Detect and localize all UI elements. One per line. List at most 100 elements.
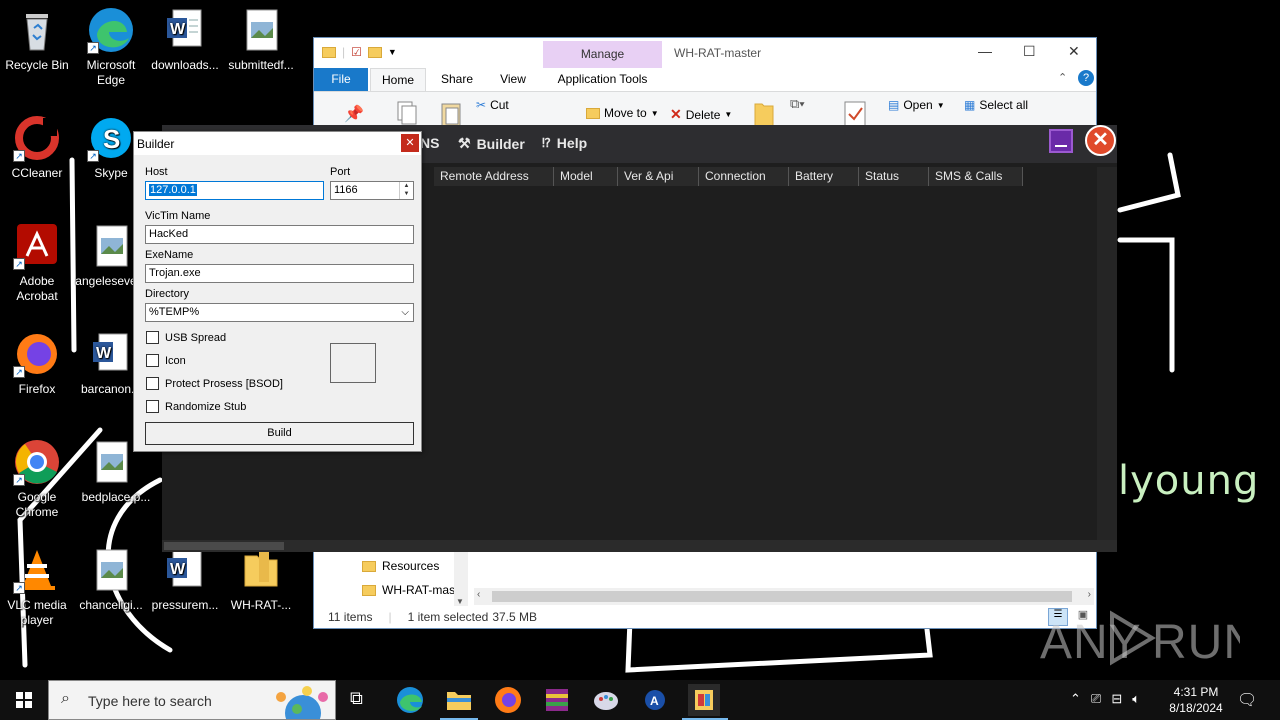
image-file-icon	[87, 222, 135, 270]
builder-dialog[interactable]: Builder ✕ Host 127.0.0.1 Port 1166 ▲ ▼ Vi…	[133, 131, 422, 452]
close-button[interactable]: ✕	[401, 134, 419, 152]
desktop-icon-label: Firefox	[18, 382, 56, 396]
dialog-title: Builder	[137, 137, 175, 151]
taskbar-wh-rat[interactable]	[688, 684, 720, 716]
select-all-button[interactable]: ▦ Select all	[964, 98, 1028, 112]
cut-button[interactable]: ✂ Cut	[476, 98, 509, 112]
randomize-stub-checkbox[interactable]: Randomize Stub	[146, 400, 246, 413]
help-icon[interactable]: ?	[1078, 70, 1094, 86]
tab-manage[interactable]: Manage	[543, 41, 662, 68]
tree-scrollbar[interactable]: ▼	[454, 550, 468, 606]
taskbar-file-explorer[interactable]	[443, 684, 475, 716]
stepper-arrows-icon[interactable]: ▲ ▼	[399, 182, 413, 199]
windows-logo-icon	[16, 692, 32, 708]
start-button[interactable]	[0, 680, 48, 720]
explorer-content-lower: Resources WH-RAT-mas ▼ ‹ › 11 items | 1 …	[314, 550, 1096, 628]
network-icon[interactable]: ⊟	[1111, 691, 1122, 707]
tree-item-wh-rat[interactable]: WH-RAT-mas	[362, 583, 455, 597]
desktop-icon-edge[interactable]: ↗ Microsoft Edge	[74, 6, 148, 88]
selection-size: 37.5 MB	[492, 610, 538, 624]
desktop-icon-recycle-bin[interactable]: Recycle Bin	[0, 6, 74, 73]
column-header[interactable]: Ver & Api	[618, 167, 699, 186]
desktop-icon-submitted[interactable]: submittedf...	[224, 6, 298, 73]
menu-item-help[interactable]: ⁉ Help	[542, 135, 587, 151]
move-to-button[interactable]: Move to ▼	[586, 106, 659, 120]
minimize-button[interactable]: —	[978, 43, 992, 59]
tab-file[interactable]: File	[314, 68, 368, 91]
desktop-icon-chrome[interactable]: ↗ Google Chrome	[0, 438, 74, 520]
scrollbar-thumb[interactable]	[164, 542, 284, 550]
build-button[interactable]: Build	[145, 422, 414, 445]
desktop-icon-downloads[interactable]: W downloads...	[148, 6, 222, 73]
new-folder-large-icon[interactable]	[754, 100, 774, 126]
column-header[interactable]: SMS & Calls	[929, 167, 1023, 186]
tab-view[interactable]: View	[490, 68, 536, 91]
new-folder-icon[interactable]	[367, 46, 382, 58]
tab-application-tools[interactable]: Application Tools	[543, 68, 662, 91]
column-header[interactable]: Status	[859, 167, 929, 186]
desktop-icon-firefox[interactable]: ↗ Firefox	[0, 330, 74, 397]
icon-preview-box[interactable]	[330, 343, 376, 383]
desktop-icon-partial[interactable]: p...	[120, 490, 164, 505]
scrollbar-thumb[interactable]	[492, 591, 1072, 602]
qa-dropdown-icon[interactable]: ▼	[388, 47, 397, 57]
column-header[interactable]: Battery	[789, 167, 859, 186]
taskbar-winrar[interactable]	[541, 684, 573, 716]
taskbar-search[interactable]: ⌕ Type here to search	[48, 680, 336, 720]
icon-checkbox[interactable]: Icon	[146, 354, 186, 367]
collapse-ribbon-icon[interactable]: ⌃	[1058, 71, 1067, 84]
selection-info: 1 item selected	[407, 610, 489, 624]
column-header[interactable]: Remote Address	[434, 167, 554, 186]
folder-icon	[362, 584, 376, 596]
horizontal-scrollbar[interactable]: ‹ ›	[474, 588, 1094, 605]
rat-minimize-button[interactable]	[1049, 129, 1073, 153]
task-view-button[interactable]: ⧉	[344, 684, 376, 716]
show-hidden-icons-icon[interactable]: ⌃	[1070, 691, 1081, 707]
scroll-left-icon[interactable]: ‹	[477, 589, 480, 600]
tree-item-resources[interactable]: Resources	[362, 559, 439, 573]
directory-select[interactable]: %TEMP% ⌵	[145, 303, 414, 322]
properties-icon[interactable]: ☑	[351, 45, 362, 59]
taskbar-edge[interactable]	[394, 684, 426, 716]
host-input[interactable]: 127.0.0.1	[145, 181, 324, 200]
exe-name-input[interactable]: Trojan.exe	[145, 264, 414, 283]
pin-icon[interactable]: 📌	[344, 104, 364, 124]
desktop-icon-chanceligi[interactable]: chanceligi...	[74, 546, 148, 613]
horizontal-scrollbar[interactable]	[162, 540, 1117, 552]
victim-name-label: VicTim Name	[145, 210, 211, 222]
tab-share[interactable]: Share	[434, 68, 480, 91]
rat-close-button[interactable]: ✕	[1085, 125, 1116, 156]
port-stepper[interactable]: 1166 ▲ ▼	[330, 181, 414, 200]
taskbar-clock[interactable]: 4:31 PM 8/18/2024	[1160, 684, 1232, 716]
taskbar-app[interactable]: A	[639, 684, 671, 716]
victim-name-input[interactable]: HacKed	[145, 225, 414, 244]
notification-icon[interactable]: 🗨︎	[1237, 690, 1257, 710]
taskbar-paint[interactable]	[590, 684, 622, 716]
volume-icon[interactable]: 🔈︎	[1132, 691, 1140, 707]
menu-item-builder[interactable]: ⚒ Builder	[458, 135, 525, 152]
protect-process-checkbox[interactable]: Protect Prosess [BSOD]	[146, 377, 283, 390]
maximize-button[interactable]: ☐	[1023, 43, 1036, 60]
vertical-scrollbar[interactable]	[1097, 167, 1117, 540]
desktop-icon-vlc[interactable]: ↗ VLC media player	[0, 546, 74, 628]
menu-item-partial[interactable]: NS	[420, 135, 439, 151]
taskbar-firefox[interactable]	[492, 684, 524, 716]
tab-home[interactable]: Home	[370, 68, 426, 91]
scroll-down-icon[interactable]: ▼	[456, 597, 464, 606]
scroll-right-icon[interactable]: ›	[1088, 589, 1091, 600]
properties-large-icon[interactable]	[844, 100, 866, 126]
column-header[interactable]: Connection	[699, 167, 789, 186]
open-button[interactable]: ▤ Open ▼	[888, 98, 945, 112]
new-item-icon[interactable]: ⧉▾	[790, 96, 805, 112]
usb-spread-checkbox[interactable]: USB Spread	[146, 331, 226, 344]
copy-icon[interactable]	[396, 100, 418, 126]
paste-icon[interactable]	[440, 100, 462, 126]
desktop-icon-wh-rat[interactable]: WH-RAT-...	[224, 546, 298, 613]
meet-now-icon[interactable]: ⎚	[1091, 691, 1101, 707]
desktop-icon-ccleaner[interactable]: ↗ CCleaner	[0, 114, 74, 181]
close-button[interactable]: ✕	[1068, 43, 1080, 60]
delete-button[interactable]: ✕ Delete ▼	[670, 106, 732, 123]
column-header[interactable]: Model	[554, 167, 618, 186]
desktop-icon-pressurem[interactable]: W pressurem...	[148, 546, 222, 613]
desktop-icon-acrobat[interactable]: ↗ Adobe Acrobat	[0, 222, 74, 304]
